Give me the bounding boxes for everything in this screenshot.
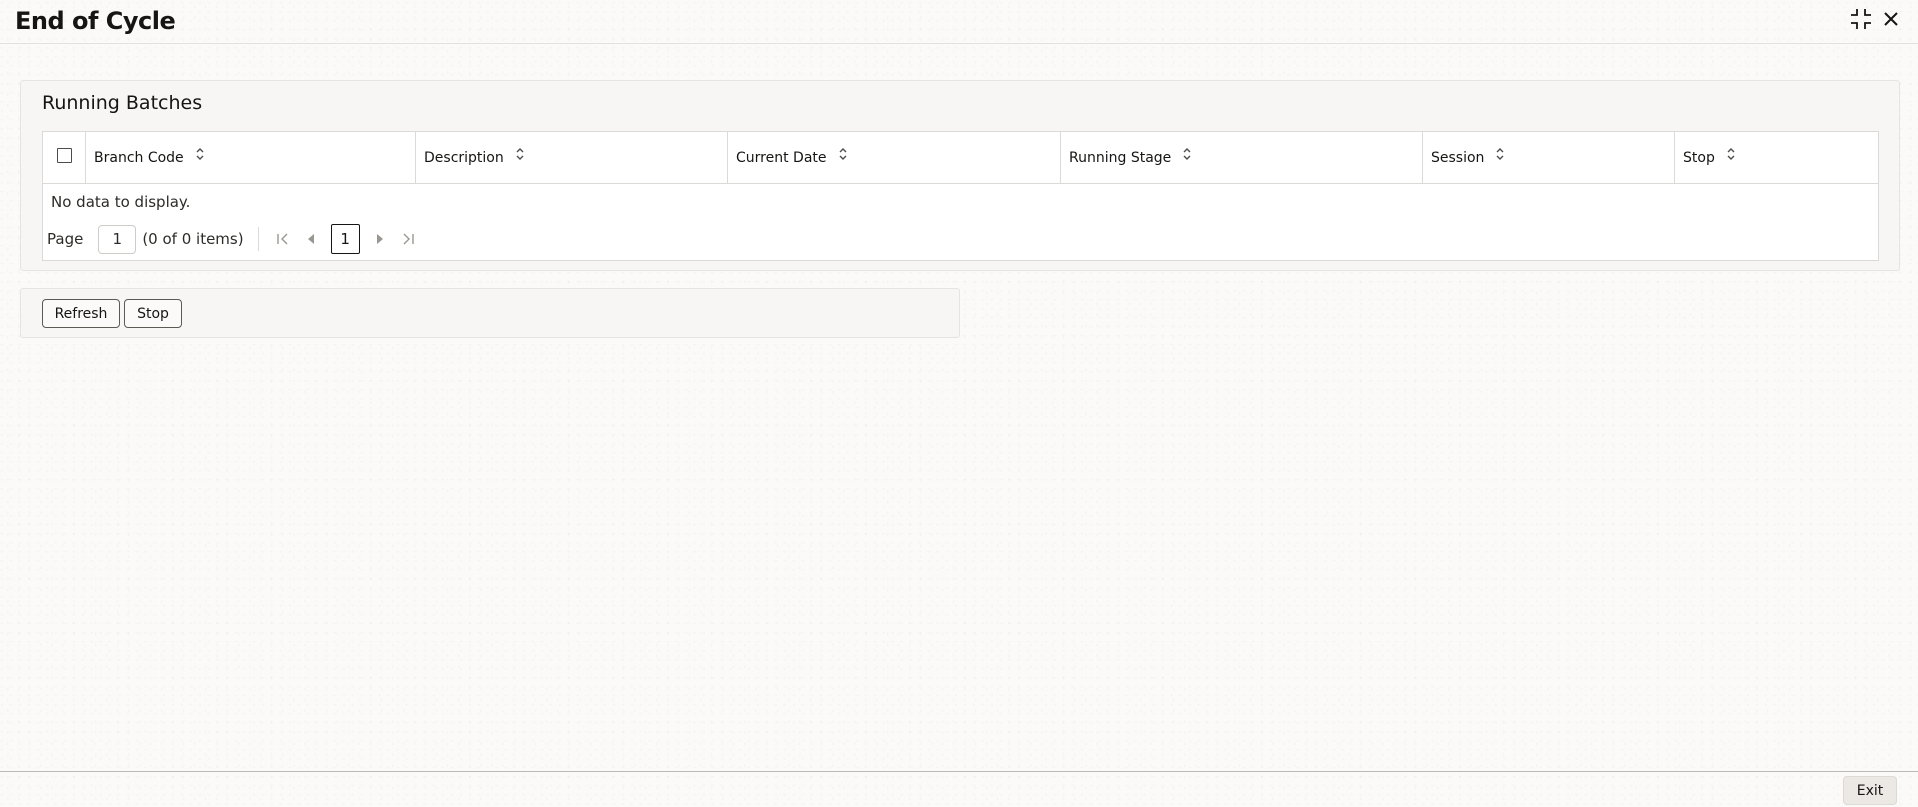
column-header-session[interactable]: Session	[1423, 132, 1675, 183]
column-header-stop[interactable]: Stop	[1675, 132, 1878, 183]
refresh-button[interactable]: Refresh	[42, 299, 120, 328]
sort-icon[interactable]	[1495, 147, 1505, 165]
sort-icon[interactable]	[515, 147, 525, 165]
column-header-description[interactable]: Description	[416, 132, 728, 183]
column-label: Description	[424, 149, 504, 166]
page-number-input[interactable]	[98, 224, 137, 254]
collapse-icon[interactable]	[1849, 7, 1873, 31]
column-label: Stop	[1683, 149, 1715, 166]
first-page-icon[interactable]	[269, 225, 297, 253]
stop-button[interactable]: Stop	[124, 299, 182, 328]
last-page-icon[interactable]	[394, 225, 422, 253]
column-header-branch-code[interactable]: Branch Code	[86, 132, 416, 183]
sort-icon[interactable]	[838, 147, 848, 165]
current-page-button[interactable]: 1	[330, 224, 360, 254]
window-title: End of Cycle	[15, 7, 176, 35]
pagination: Page (0 of 0 items) 1	[47, 224, 422, 254]
running-batches-panel: Running Batches Branch Code Description …	[20, 80, 1900, 271]
page-label: Page	[47, 230, 84, 248]
sort-icon[interactable]	[1182, 147, 1192, 165]
sort-icon[interactable]	[1726, 147, 1736, 165]
empty-table-message: No data to display.	[51, 193, 191, 211]
title-bar: End of Cycle	[0, 0, 1918, 44]
table-header: Branch Code Description Current Date Run…	[43, 132, 1878, 184]
column-header-current-date[interactable]: Current Date	[728, 132, 1061, 183]
column-label: Session	[1431, 149, 1485, 166]
column-label: Running Stage	[1069, 149, 1172, 166]
next-page-icon[interactable]	[366, 225, 394, 253]
pager-divider	[257, 227, 259, 251]
column-label: Branch Code	[94, 149, 184, 166]
column-label: Current Date	[736, 149, 827, 166]
select-all-column	[43, 132, 86, 183]
exit-button[interactable]: Exit	[1843, 776, 1897, 805]
previous-page-icon[interactable]	[297, 225, 325, 253]
footer-divider	[0, 771, 1918, 772]
column-header-running-stage[interactable]: Running Stage	[1061, 132, 1423, 183]
select-all-checkbox[interactable]	[56, 148, 72, 163]
running-batches-table: Branch Code Description Current Date Run…	[42, 131, 1879, 261]
section-title: Running Batches	[42, 92, 203, 114]
sort-icon[interactable]	[195, 147, 205, 165]
actions-panel: Refresh Stop	[20, 288, 960, 338]
close-icon[interactable]	[1879, 7, 1903, 31]
items-summary: (0 of 0 items)	[142, 230, 244, 248]
